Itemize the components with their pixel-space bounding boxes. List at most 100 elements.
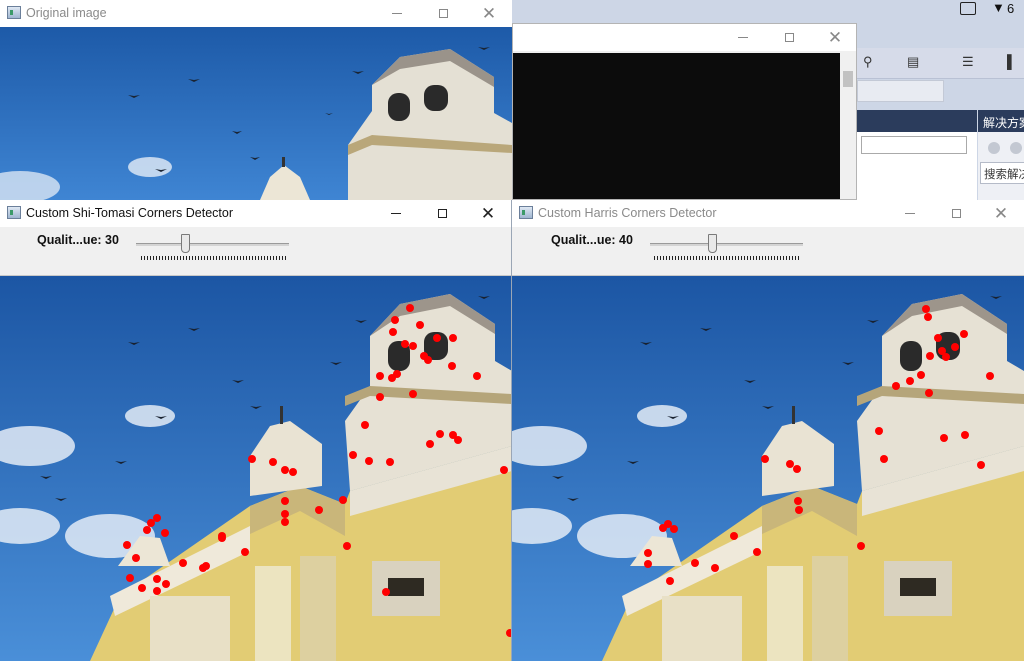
nav-forward-icon[interactable] [1010, 142, 1022, 154]
quality-level-slider[interactable] [708, 234, 717, 253]
quality-level-label: Qualit...ue: 40 [551, 233, 633, 247]
bookmark-icon[interactable]: ▌ [1007, 54, 1016, 69]
corner-marker [289, 468, 297, 476]
close-button[interactable]: ✕ [466, 0, 512, 27]
corner-marker [391, 316, 399, 324]
corner-marker [153, 587, 161, 595]
quality-level-ticks [141, 256, 288, 260]
minimize-icon [392, 13, 402, 14]
corner-marker [942, 353, 950, 361]
filter-count-icon[interactable]: ▼ [992, 0, 1005, 15]
corner-marker [406, 304, 414, 312]
minimize-icon [905, 213, 915, 214]
corner-marker [892, 382, 900, 390]
corner-marker [670, 525, 678, 533]
quality-level-ticks [654, 256, 801, 260]
corner-marker [269, 458, 277, 466]
corner-marker [416, 321, 424, 329]
console-window[interactable]: ✕ [512, 23, 857, 200]
maximize-button[interactable] [419, 200, 465, 227]
shi-tomasi-trackbar-row: Qualit...ue: 30 [0, 227, 511, 276]
maximize-icon [951, 209, 961, 218]
corner-marker [857, 542, 865, 550]
maximize-button[interactable] [933, 200, 979, 227]
corner-marker [409, 342, 417, 350]
corner-marker [940, 434, 948, 442]
corner-marker [132, 554, 140, 562]
window [900, 578, 936, 596]
corner-marker [906, 377, 914, 385]
harris-titlebar[interactable]: Custom Harris Corners Detector ✕ [512, 200, 1024, 227]
corner-marker [951, 343, 959, 351]
ide-dropdown[interactable] [857, 80, 944, 102]
quality-level-slider[interactable] [181, 234, 190, 253]
minimize-button[interactable] [373, 200, 419, 227]
shi-tomasi-titlebar[interactable]: Custom Shi-Tomasi Corners Detector ✕ [0, 200, 511, 227]
quality-level-track[interactable] [136, 243, 289, 246]
corner-marker [202, 562, 210, 570]
corner-marker [248, 455, 256, 463]
corner-marker [382, 588, 390, 596]
corner-marker [795, 506, 803, 514]
harris-title: Custom Harris Corners Detector [538, 206, 717, 220]
filter-icon[interactable]: ⚲ [863, 54, 873, 70]
close-icon: ✕ [827, 28, 843, 47]
cloud [637, 405, 687, 427]
corner-marker [126, 574, 134, 582]
cloud [125, 405, 175, 427]
corner-marker [644, 549, 652, 557]
corner-marker [426, 440, 434, 448]
minimize-button[interactable] [887, 200, 933, 227]
corner-marker [241, 548, 249, 556]
close-icon: ✕ [993, 204, 1009, 223]
corner-marker [449, 334, 457, 342]
nav-back-icon[interactable] [988, 142, 1000, 154]
corner-marker [361, 421, 369, 429]
format-icon[interactable]: ☰ [962, 54, 974, 70]
quality-level-track[interactable] [650, 243, 803, 246]
corner-marker [473, 372, 481, 380]
corner-marker [925, 389, 933, 397]
corner-marker [977, 461, 985, 469]
harris-window[interactable]: Custom Harris Corners Detector ✕ Qualit.… [512, 200, 1024, 661]
corner-marker [691, 559, 699, 567]
console-scrollbar[interactable] [840, 53, 856, 199]
close-button[interactable]: ✕ [978, 200, 1024, 227]
minimize-button[interactable] [374, 0, 420, 27]
original-titlebar[interactable]: Original image ✕ [0, 0, 512, 27]
maximize-icon [784, 33, 794, 42]
opencv-window-icon [519, 206, 533, 219]
minimize-button[interactable] [720, 24, 766, 51]
corner-marker [922, 305, 930, 313]
corner-marker [349, 451, 357, 459]
maximize-icon [438, 9, 448, 18]
corner-marker [500, 466, 508, 474]
solution-explorer-title: 解决方案 [983, 116, 1024, 130]
corner-marker [666, 577, 674, 585]
corner-marker [424, 356, 432, 364]
close-button[interactable]: ✕ [812, 24, 856, 51]
shi-tomasi-window[interactable]: Custom Shi-Tomasi Corners Detector ✕ Qua… [0, 200, 512, 661]
console-output[interactable] [513, 53, 840, 199]
corner-marker [961, 431, 969, 439]
close-icon: ✕ [481, 4, 497, 23]
maximize-icon [437, 209, 447, 218]
corner-marker [448, 362, 456, 370]
close-button[interactable]: ✕ [465, 200, 511, 227]
original-image [0, 27, 512, 200]
maximize-button[interactable] [766, 24, 812, 51]
harris-trackbar-row: Qualit...ue: 40 [512, 227, 1024, 276]
notification-count: 6 [1007, 1, 1015, 16]
corner-marker [389, 328, 397, 336]
folder-icon[interactable]: ▤ [907, 54, 919, 70]
solution-search-box[interactable]: 搜索解决 [980, 162, 1024, 184]
corner-marker [153, 575, 161, 583]
opencv-window-icon [7, 6, 21, 19]
shi-tomasi-title: Custom Shi-Tomasi Corners Detector [26, 206, 234, 220]
console-titlebar[interactable]: ✕ [513, 24, 856, 51]
notification-icon[interactable] [960, 2, 976, 15]
corner-marker [281, 518, 289, 526]
maximize-button[interactable] [420, 0, 466, 27]
original-image-window[interactable]: Original image ✕ [0, 0, 512, 200]
corner-marker [138, 584, 146, 592]
